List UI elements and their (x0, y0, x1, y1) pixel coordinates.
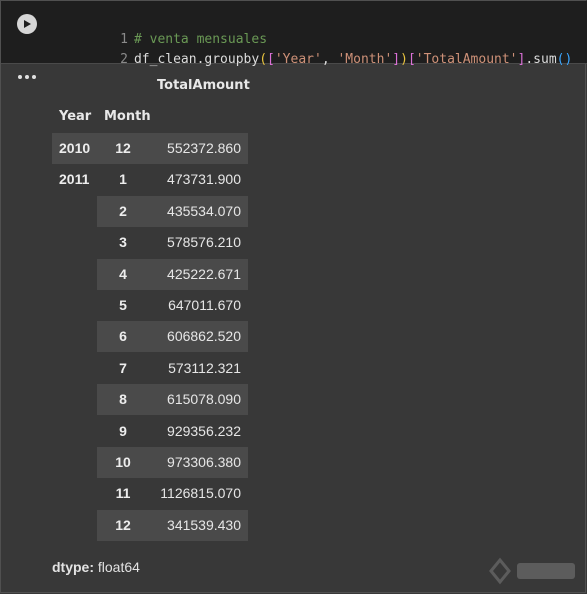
output-menu-button[interactable] (18, 71, 36, 83)
cell-totalamount: 1126815.070 (160, 485, 241, 502)
code-token: 'Month' (337, 52, 393, 67)
cell-month: 12 (115, 140, 131, 156)
index-header-year: Year (59, 109, 92, 124)
cell-year: 2011 (59, 171, 90, 188)
code-editor[interactable]: 1 # venta mensuales 2 df_clean.groupby(['Y… (1, 1, 587, 67)
table-row: 2 435534.070 (97, 195, 248, 227)
notebook-cell: 1 # venta mensuales 2 df_clean.groupby(['Y… (0, 0, 587, 593)
dtype-line: dtype: float64 (52, 559, 140, 575)
cell-month: 10 (115, 454, 131, 470)
cell-totalamount: 973306.380 (167, 454, 241, 470)
dtype-label: dtype: (52, 559, 94, 575)
table-row: 11 1126815.070 (52, 478, 248, 509)
code-token: .sum (525, 52, 557, 67)
cell-month: 8 (119, 391, 127, 408)
cell-totalamount: 552372.860 (167, 140, 241, 156)
cell-month: 9 (119, 422, 127, 439)
code-token: 'Year' (274, 52, 322, 67)
cell-month: 3 (119, 234, 127, 251)
table-row: 8 615078.090 (97, 384, 248, 416)
play-icon (24, 20, 31, 28)
cell-totalamount: 647011.670 (168, 297, 241, 313)
more-horiz-icon (18, 75, 36, 79)
table-row: 12 341539.430 (97, 509, 248, 541)
cell-totalamount: 425222.671 (167, 265, 241, 282)
code-line-1: 1 # venta mensuales (65, 13, 267, 47)
code-token: df_clean.groupby (133, 52, 260, 67)
cell-month: 1 (119, 171, 127, 188)
cell-month: 6 (119, 328, 127, 345)
cell-month: 2 (119, 202, 127, 219)
cell-totalamount: 929356.232 (167, 422, 241, 439)
code-token: , (321, 52, 338, 67)
table-row: 7 573112.321 (52, 353, 248, 384)
table-row: 10 973306.380 (97, 447, 248, 478)
table-row: 6 606862.520 (97, 321, 248, 353)
table-row: 5 647011.670 (52, 290, 248, 321)
cell-totalamount: 341539.430 (167, 516, 241, 533)
table-row: 4 425222.671 (97, 258, 248, 290)
code-token: () (556, 52, 573, 67)
cell-totalamount: 615078.090 (167, 391, 241, 408)
cell-totalamount: 435534.070 (167, 202, 241, 219)
cell-totalamount: 606862.520 (167, 328, 241, 345)
cell-totalamount: 473731.900 (167, 171, 241, 188)
cell-month: 5 (119, 297, 127, 313)
cell-totalamount: 578576.210 (167, 234, 241, 251)
cell-year: 2010 (59, 140, 91, 156)
code-token: 'TotalAmount' (415, 52, 518, 67)
table-row: 2010 12 552372.860 (52, 133, 248, 164)
code-token: [ (407, 52, 416, 67)
index-header-month: Month (104, 109, 151, 124)
code-token: ] (392, 52, 401, 67)
code-token: [ (267, 52, 275, 67)
code-line-2: 2 df_clean.groupby(['Year', 'Month'])['To… (65, 33, 572, 67)
run-cell-button[interactable] (17, 14, 37, 34)
watermark-logo (489, 557, 575, 585)
cell-month: 7 (119, 359, 127, 376)
code-token: ) (400, 52, 408, 67)
cell-month: 11 (115, 485, 131, 502)
cell-month: 12 (115, 516, 131, 533)
column-header-totalamount: TotalAmount (157, 78, 250, 93)
line-number: 2 (120, 52, 128, 67)
cell-totalamount: 573112.321 (168, 359, 241, 376)
code-token: ( (259, 52, 268, 67)
cell-month: 4 (119, 265, 127, 282)
table-row: 2011 1 473731.900 (52, 164, 248, 195)
table-row: 3 578576.210 (52, 227, 248, 258)
dtype-value: float64 (94, 559, 140, 575)
table-row: 9 929356.232 (52, 416, 248, 447)
